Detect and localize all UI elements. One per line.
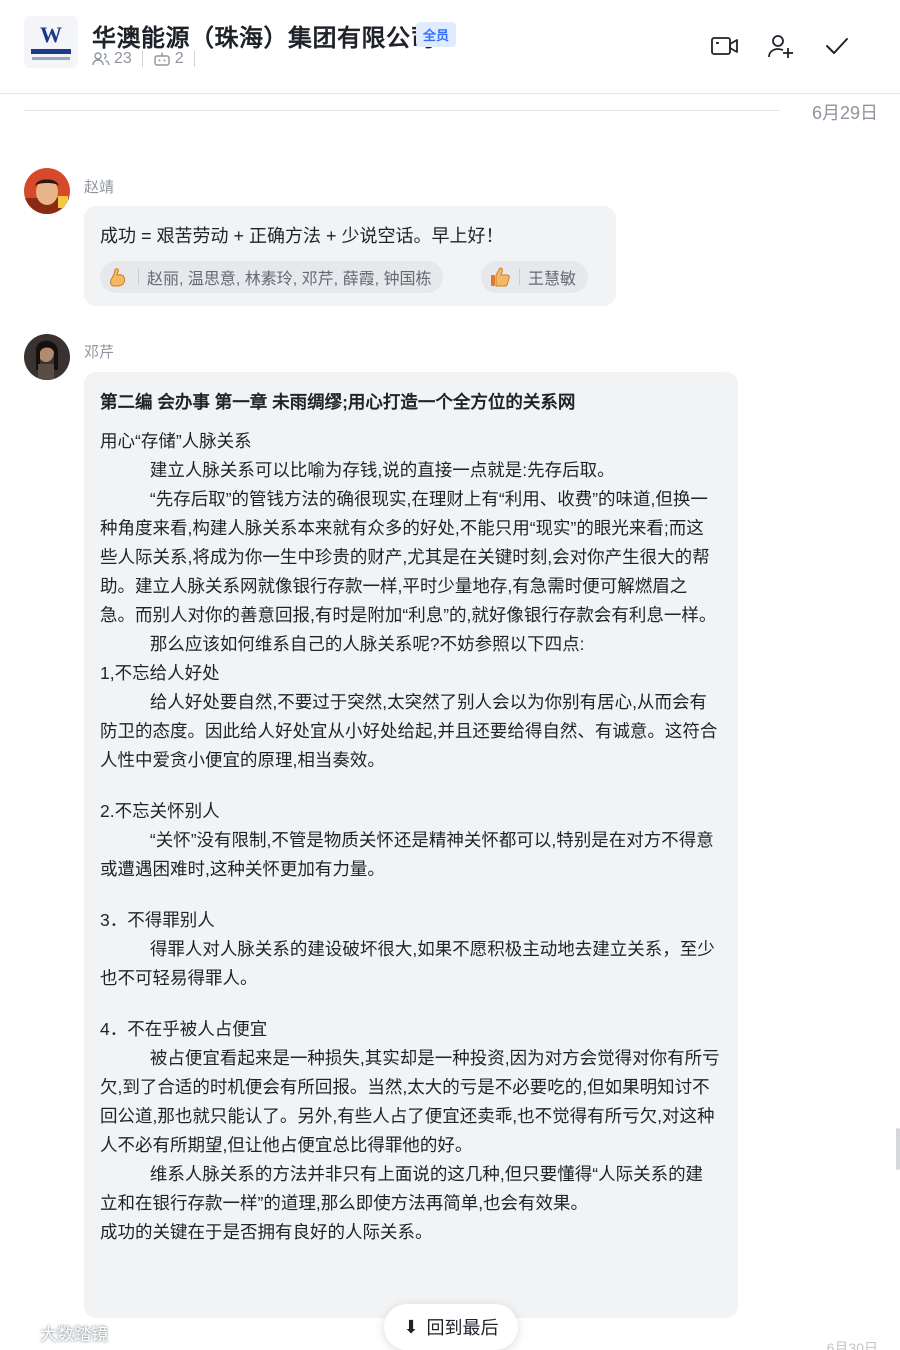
article-point-heading: 3．不得罪别人 [100,910,215,930]
member-count[interactable]: 23 [114,50,132,68]
article-paragraph: 建立人脉关系可以比喻为存钱,说的直接一点就是:先存后取。 [149,460,615,480]
company-logo-icon: W [40,22,62,47]
article-paragraph: 那么应该如何维系自己的人脉关系呢?不妨参照以下四点: [149,634,585,654]
date-divider: 6月29日 [0,96,900,126]
article-paragraph: 被占便宜看起来是一种损失,其实却是一种投资,因为对方会觉得对你有所亏欠,到了合适… [100,1048,720,1155]
date-divider-label: 6月29日 [811,103,878,123]
reaction-chip-muscle[interactable]: 赵丽, 温思意, 林素玲, 邓芹, 薛霞, 钟国栋 [100,261,444,293]
video-camera-icon [711,37,738,55]
checkmark-icon [826,38,848,54]
all-staff-badge: 全员 [416,22,457,47]
reaction-chip-thumbs-up[interactable]: 王慧敏 [481,261,589,293]
message-bubble[interactable]: 第二编 会办事 第一章 未雨绸缪;用心打造一个全方位的关系网 用心“存储”人脉关… [84,372,738,1318]
article-point-heading: 2.不忘关怀别人 [100,801,220,821]
sender-avatar[interactable] [24,168,70,214]
bot-icon[interactable] [153,51,171,67]
members-icon[interactable] [92,51,110,67]
article-paragraph: “先存后取”的管钱方法的确很现实,在理财上有“利用、收费”的味道,但换一种角度来… [100,489,717,625]
arrow-down-icon: ⬇ [403,1316,419,1337]
group-meta: 23 2 [92,50,205,68]
article-paragraph: 得罪人对人脉关系的建设破坏很大,如果不愿积极主动地去建立关系，至少也不可轻易得罪… [100,939,715,988]
article-paragraph: 维系人脉关系的方法并非只有上面说的这几种,但只要懂得“人际关系的建立和在银行存款… [100,1164,704,1213]
chat-header: W 华澳能源（珠海）集团有限公司 全员 23 2 [0,0,900,94]
add-member-button[interactable] [765,30,797,62]
video-call-button[interactable] [709,30,741,62]
sender-name[interactable]: 赵靖 [84,176,114,197]
article-point-heading: 4．不在乎被人占便宜 [100,1019,268,1039]
article-point-heading: 1,不忘给人好处 [100,663,220,683]
watermark: 大数踏镜 [8,1320,108,1345]
bot-count[interactable]: 2 [175,50,184,68]
add-user-icon [768,35,793,58]
article-paragraph: “关怀”没有限制,不管是物质关怀还是精神关怀都可以,特别是在对方不得意或遭遇困难… [100,830,714,879]
article-title: 第二编 会办事 第一章 未雨绸缪;用心打造一个全方位的关系网 [100,392,576,412]
done-button[interactable] [821,30,853,62]
group-avatar[interactable]: W [24,16,78,68]
scrollbar[interactable] [896,1128,900,1170]
article-heading: 用心“存储”人脉关系 [100,431,252,451]
article-paragraph: 给人好处要自然,不要过于突然,太突然了别人会以为你别有居心,从而会有防卫的态度。… [100,692,718,770]
message-bubble[interactable]: 成功 = 艰苦劳动 + 正确方法 + 少说空话。早上好！ 赵丽, 温思意, 林素… [84,206,616,306]
avatar-photo-icon [24,168,70,214]
message-text: 成功 = 艰苦劳动 + 正确方法 + 少说空话。早上好！ [100,226,504,246]
article-conclusion: 成功的关键在于是否拥有良好的人际关系。 [100,1222,433,1242]
back-to-latest-button[interactable]: ⬇ 回到最后 [384,1304,518,1350]
group-name[interactable]: 华澳能源（珠海）集团有限公司 [92,18,435,53]
reaction-users: 赵丽, 温思意, 林素玲, 邓芹, 薛霞, 钟国栋 [147,271,432,288]
avatar-photo-icon [24,334,70,380]
watermark-logo-icon [10,1326,32,1339]
watermark-text: 大数踏镜 [40,1325,108,1344]
reaction-users: 王慧敏 [528,271,577,288]
thumbs-up-emoji-icon [489,266,511,288]
back-to-latest-label: 回到最后 [426,1318,499,1338]
next-date-label: 6月30日 [826,1340,878,1350]
article-body: 第二编 会办事 第一章 未雨绸缪;用心打造一个全方位的关系网 用心“存储”人脉关… [100,388,720,1247]
muscle-emoji-icon [108,266,130,288]
sender-avatar[interactable] [24,334,70,380]
sender-name[interactable]: 邓芹 [84,341,114,362]
